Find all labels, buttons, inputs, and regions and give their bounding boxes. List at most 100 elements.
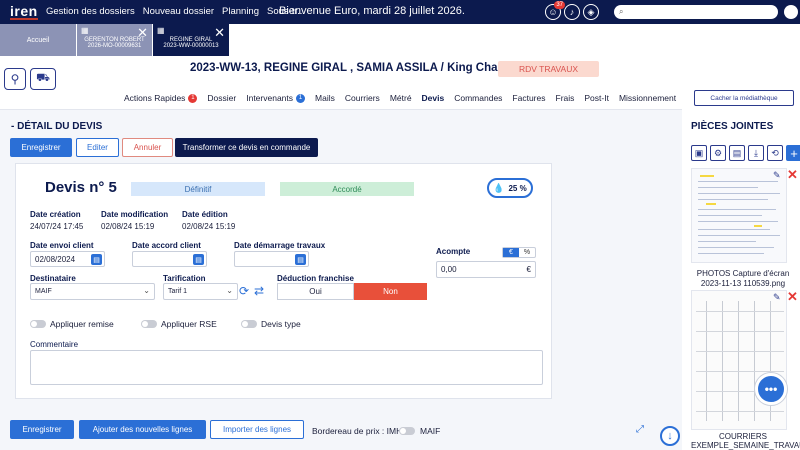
bordereau-maif: MAIF <box>420 426 441 436</box>
creation-date-value: 24/07/24 17:45 <box>30 222 84 231</box>
rdv-travaux-badge[interactable]: RDV TRAVAUX <box>498 61 599 77</box>
subnav-metre[interactable]: Métré <box>390 93 412 107</box>
progress-indicator: 💧 25 % <box>487 178 533 198</box>
destinataire-select[interactable]: MAIF ⌄ <box>30 283 155 300</box>
tab-accueil[interactable]: Accueil <box>0 24 76 56</box>
calendar-icon[interactable]: ▤ <box>295 254 306 265</box>
user-icon[interactable]: ☺ 37 <box>545 1 565 20</box>
delete-icon[interactable]: ✕ <box>787 167 798 183</box>
tab-gerenton[interactable]: ▦ ✕ GERENTON ROBERT 2026-MO-00009631 <box>77 24 152 56</box>
chat-icon[interactable]: ••• <box>755 373 787 405</box>
settings-icon[interactable]: ⚙ <box>710 145 726 161</box>
franchise-oui-option[interactable]: Oui <box>277 283 354 300</box>
save-icon[interactable]: ▤ <box>729 145 745 161</box>
calendar-icon[interactable]: ▤ <box>193 254 204 265</box>
unit-percent-option[interactable]: % <box>519 248 535 257</box>
welcome-message: Bienvenue Euro, mardi 28 juillet 2026. <box>279 5 465 17</box>
attachment-thumbnail-1[interactable] <box>691 168 787 263</box>
tab-accueil-label: Accueil <box>26 36 50 44</box>
unit-euro-option[interactable]: € <box>503 248 519 257</box>
edition-date-label: Date édition <box>182 210 228 219</box>
transform-to-order-button[interactable]: Transformer ce devis en commande <box>175 138 318 157</box>
bordereau-label: Bordereau de prix : IMH <box>312 426 403 436</box>
scroll-down-button[interactable]: ↓ <box>660 426 680 446</box>
envoi-date-field[interactable]: 02/08/2024 ▤ <box>30 251 105 267</box>
bordereau-toggle[interactable] <box>399 427 415 435</box>
tarification-select[interactable]: Tarif 1 ⌄ <box>163 283 238 300</box>
import-lines-button[interactable]: Importer des lignes <box>210 420 304 439</box>
acompte-unit-toggle[interactable]: €% <box>502 247 536 258</box>
save-button[interactable]: Enregistrer <box>10 138 72 157</box>
download-icon[interactable]: ⤓ <box>748 145 764 161</box>
edit-pen-icon[interactable]: ✎ <box>773 170 781 181</box>
section-title: - DÉTAIL DU DEVIS <box>11 121 103 132</box>
attachment-thumbnail-2[interactable] <box>691 290 787 430</box>
attachment-caption-2: COURRIERS EXEMPLE_SEMAINE_TRAVAU... <box>691 432 800 450</box>
expand-icon[interactable]: ⤢ <box>636 424 644 435</box>
refresh-icon[interactable]: ⟲ <box>767 145 783 161</box>
app-logo[interactable]: iren <box>10 3 38 19</box>
status-definitif-badge: Définitif <box>131 182 265 196</box>
add-attachment-button[interactable]: + <box>786 145 800 161</box>
calendar-icon[interactable]: ▤ <box>91 254 102 265</box>
add-lines-button[interactable]: Ajouter des nouvelles lignes <box>79 420 206 439</box>
edit-pen-icon[interactable]: ✎ <box>773 292 781 303</box>
acompte-input[interactable]: 0,00 € <box>436 261 536 278</box>
subnav-factures[interactable]: Factures <box>512 93 545 107</box>
nav-gestion-dossiers[interactable]: Gestion des dossiers <box>46 6 135 17</box>
subnav-post-it[interactable]: Post-It <box>584 93 609 107</box>
close-icon[interactable]: ✕ <box>137 25 148 41</box>
box-icon[interactable]: ◈ <box>583 4 599 20</box>
search-input[interactable] <box>627 7 768 17</box>
modification-date-value: 02/08/24 15:19 <box>101 222 155 231</box>
demarrage-date-field[interactable]: ▤ <box>234 251 309 267</box>
accord-date-field[interactable]: ▤ <box>132 251 207 267</box>
commentaire-label: Commentaire <box>30 340 79 349</box>
nav-nouveau-dossier[interactable]: Nouveau dossier <box>143 6 214 17</box>
modification-date-label: Date modification <box>101 210 169 219</box>
dossier-title: 2023-WW-13, REGINE GIRAL , SAMIA ASSILA … <box>190 62 518 74</box>
subnav-mails[interactable]: Mails <box>315 93 335 107</box>
actions-count-badge: 1 <box>188 93 198 103</box>
delete-icon[interactable]: ✕ <box>787 289 798 305</box>
subnav-dossier[interactable]: Dossier <box>207 93 236 107</box>
swap-icon[interactable]: ⇄ <box>254 284 264 298</box>
image-icon[interactable]: ▣ <box>691 145 707 161</box>
location-pin-button[interactable]: ⚲ <box>4 68 26 90</box>
tab-regine-ref: 2023-WW-00000013 <box>163 43 219 49</box>
top-nav: Gestion des dossiers Nouveau dossier Pla… <box>46 6 305 17</box>
water-drop-icon: 💧 <box>493 182 505 193</box>
subnav-courriers[interactable]: Courriers <box>345 93 380 107</box>
attachment-caption-1: PHOTOS Capture d'écran 2023-11-13 110539… <box>696 269 790 288</box>
subnav-intervenants[interactable]: Intervenants 1 <box>246 93 306 107</box>
subnav-commandes[interactable]: Commandes <box>454 93 502 107</box>
tab-gerenton-ref: 2026-MO-00009631 <box>87 43 142 49</box>
cancel-button[interactable]: Annuler <box>122 138 173 157</box>
appliquer-remise-toggle[interactable] <box>30 320 46 328</box>
acompte-label: Acompte <box>436 247 471 256</box>
tab-regine-giral[interactable]: ▦ ✕ REGINE GIRAL 2023-WW-00000013 <box>153 24 229 56</box>
vehicle-button[interactable]: ⛟ <box>30 68 56 90</box>
commentaire-textarea[interactable] <box>30 350 543 385</box>
logo-underline <box>10 18 38 20</box>
hide-media-button[interactable]: Cacher la médiathèque <box>694 90 794 106</box>
devis-type-toggle[interactable] <box>241 320 257 328</box>
franchise-non-option[interactable]: Non <box>354 283 427 300</box>
avatar[interactable] <box>784 5 798 19</box>
save-lines-button[interactable]: Enregistrer <box>10 420 74 439</box>
intervenants-count-badge: 1 <box>296 93 306 103</box>
edit-button[interactable]: Editer <box>76 138 119 157</box>
nav-planning[interactable]: Planning <box>222 6 259 17</box>
appliquer-rse-toggle[interactable] <box>141 320 157 328</box>
chevron-down-icon: ⌄ <box>143 286 150 295</box>
subnav-actions-rapides[interactable]: Actions Rapides 1 <box>124 93 198 107</box>
creation-date-label: Date création <box>30 210 81 219</box>
subnav-missionnement[interactable]: Missionnement <box>619 93 676 107</box>
bell-icon[interactable]: ♪ <box>564 4 580 20</box>
subnav-devis[interactable]: Devis <box>416 93 449 112</box>
close-icon[interactable]: ✕ <box>214 25 225 41</box>
arrow-down-icon: ↓ <box>667 430 673 442</box>
subnav-frais[interactable]: Frais <box>556 93 575 107</box>
refresh-icon[interactable]: ⟳ <box>239 284 249 298</box>
search-bar[interactable]: ⌕ <box>614 5 778 19</box>
